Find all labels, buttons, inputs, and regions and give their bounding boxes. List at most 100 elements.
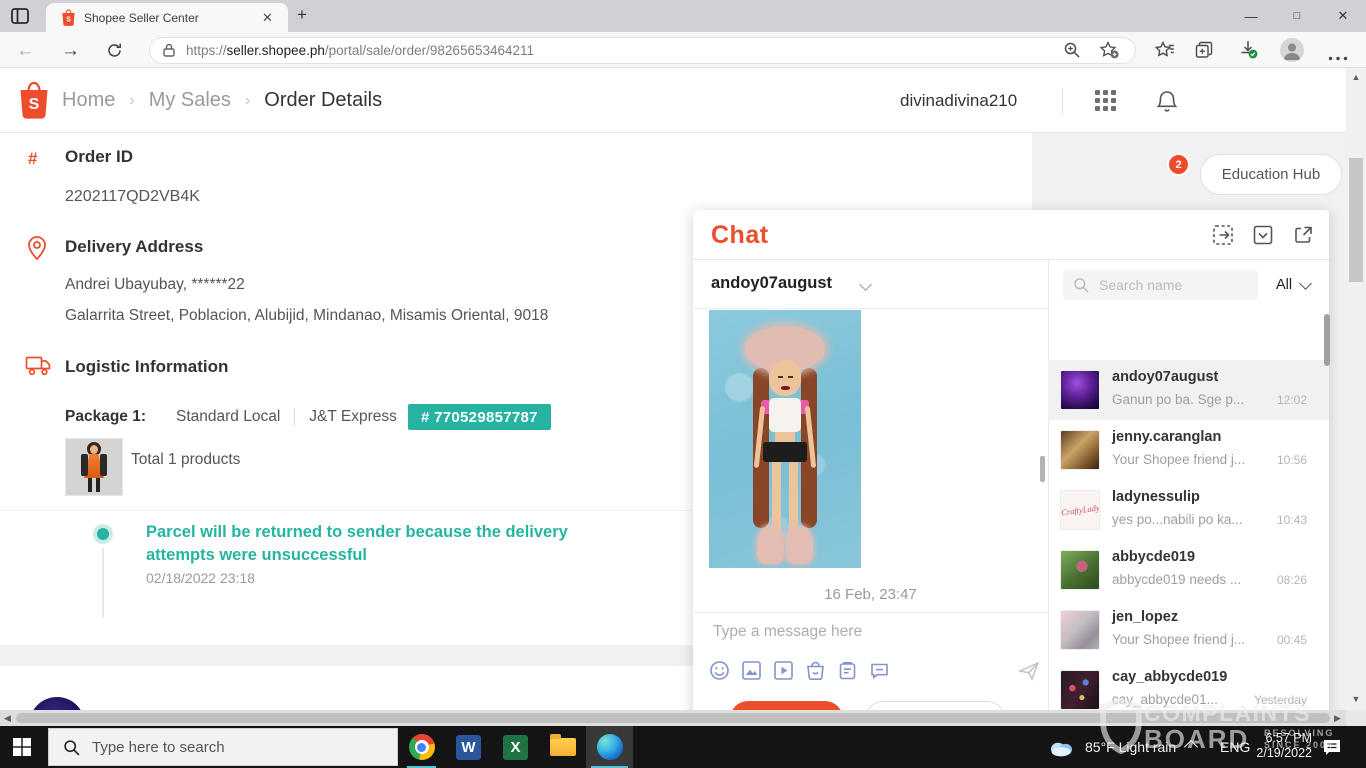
horizontal-scrollbar[interactable]: ◀ ▶ [0,710,1346,726]
apps-grid-icon[interactable] [1095,90,1116,111]
taskbar-search[interactable] [48,728,398,766]
shopee-logo-icon[interactable]: S [16,81,52,126]
filter-label[interactable]: All [1276,277,1292,293]
close-button[interactable]: ✕ [1320,0,1366,32]
delivery-truck-icon [25,354,52,382]
message-image[interactable] [709,310,861,568]
message-scrollbar[interactable] [1040,456,1045,482]
profile-icon[interactable] [1280,38,1304,62]
browser-tab[interactable]: S Shopee Seller Center ✕ [46,3,288,32]
word-icon[interactable]: W [445,726,492,768]
zoom-icon[interactable] [1063,41,1081,64]
inbox-check-icon[interactable] [1252,224,1274,251]
contact-search-input[interactable] [1097,276,1251,294]
add-favorite-icon[interactable] [1100,41,1119,64]
contact-filter[interactable]: All [1276,270,1310,300]
language-indicator[interactable]: ENG [1220,739,1250,755]
contact-name: abbycde019 [1112,549,1195,565]
vertical-scrollbar[interactable]: ▲ ▼ [1346,68,1366,710]
contact-time: 12:02 [1277,393,1307,407]
contact-time: Yesterday [1254,693,1307,707]
edge-icon[interactable] [586,726,633,768]
start-button[interactable] [13,738,31,761]
notification-bell-icon[interactable] [1156,89,1178,119]
scroll-up-icon[interactable]: ▲ [1346,72,1366,82]
username[interactable]: divinadivina210 [900,91,1017,111]
message-timestamp: 16 Feb, 23:47 [693,586,1048,603]
scroll-left-icon[interactable]: ◀ [4,713,11,724]
package-row: Package 1: Standard Local J&T Express [65,403,397,431]
contact-preview: cay_abbycde01... [1112,692,1264,707]
order-clipboard-icon[interactable] [837,660,858,681]
header-divider [1062,88,1063,114]
chrome-icon[interactable] [398,726,445,768]
send-icon[interactable] [1018,661,1040,686]
minimize-button[interactable]: — [1228,0,1274,32]
more-menu-icon[interactable] [1328,48,1348,66]
clock-date: 2/19/2022 [1256,746,1312,760]
conversation-name[interactable]: andoy07august [711,274,832,293]
scroll-right-icon[interactable]: ▶ [1334,713,1341,724]
chat-message-input[interactable] [711,622,1035,642]
horizontal-scrollbar-thumb[interactable] [16,713,1330,723]
tracking-number-badge[interactable]: # 770529857787 [408,404,551,430]
shipping-type: Standard Local [176,408,280,426]
collections-icon[interactable] [1195,41,1214,64]
contact-time: 10:43 [1277,513,1307,527]
expand-icon[interactable] [1292,224,1314,251]
conversation-header[interactable]: andoy07august [693,260,1048,309]
address-bar[interactable]: https://seller.shopee.ph/portal/sale/ord… [150,38,1135,63]
contact-row[interactable]: jen_lopez Your Shopee friend j... 00:45 [1048,600,1329,660]
maximize-button[interactable]: □ [1274,0,1320,32]
vertical-scrollbar-thumb[interactable] [1349,158,1363,282]
image-icon[interactable] [741,660,762,681]
clock[interactable]: 6:57 PM 2/19/2022 [1250,731,1312,761]
breadcrumb-home[interactable]: Home [62,89,115,112]
contact-row[interactable]: abbycde019 abbycde019 needs ... 08:26 [1048,540,1329,600]
file-explorer-icon[interactable] [539,726,586,768]
product-icon[interactable] [805,660,826,681]
action-center-icon[interactable] [1322,738,1342,762]
lock-icon[interactable] [162,39,176,63]
tab-close-icon[interactable]: ✕ [262,10,273,26]
excel-icon[interactable]: X [492,726,539,768]
emoji-icon[interactable] [709,660,730,681]
pop-out-icon[interactable] [1212,224,1234,251]
breadcrumb: Home › My Sales › Order Details [62,68,382,133]
package-label: Package 1: [65,408,146,426]
contact-row[interactable]: andoy07august Ganun po ba. Sge p... 12:0… [1048,360,1329,420]
weather-text[interactable]: 85°F Light rain [1085,739,1176,755]
contact-avatar [1060,610,1100,650]
forward-icon[interactable]: → [61,40,80,62]
svg-text:S: S [66,15,71,24]
contact-name: andoy07august [1112,369,1218,385]
refresh-icon[interactable] [106,42,123,64]
contact-time: 08:26 [1277,573,1307,587]
video-icon[interactable] [773,660,794,681]
breadcrumb-my-sales[interactable]: My Sales [149,89,231,112]
contact-preview: Ganun po ba. Sge p... [1112,392,1264,407]
tab-preview-icon[interactable] [10,6,30,31]
hidden-icons-chevron[interactable] [1184,740,1198,754]
contact-row[interactable]: jenny.caranglan Your Shopee friend j... … [1048,420,1329,480]
favorites-icon[interactable] [1155,41,1175,64]
faq-bubble-icon[interactable] [869,660,890,681]
contact-name: jenny.caranglan [1112,429,1221,445]
scroll-down-icon[interactable]: ▼ [1346,694,1366,704]
education-hub-button[interactable]: Education Hub [1200,154,1342,195]
weather-cloud-icon[interactable] [1048,739,1075,762]
back-icon[interactable]: ← [16,40,35,62]
taskbar-search-input[interactable] [90,738,364,757]
downloads-icon[interactable] [1238,39,1259,65]
contact-avatar [1060,670,1100,710]
new-tab-button[interactable]: + [297,5,307,25]
recipient: Andrei Ubayubay, ******22 [65,276,245,294]
browser-tab-bar: S Shopee Seller Center ✕ + — □ ✕ [0,0,1366,32]
contact-list-scrollbar[interactable] [1324,314,1330,366]
product-thumbnail[interactable] [65,438,123,496]
contact-row[interactable]: CraftyLady ladynessulip yes po...nabili … [1048,480,1329,540]
contact-avatar [1060,430,1100,470]
contact-search-box[interactable] [1063,270,1258,300]
chevron-down-icon[interactable] [859,278,872,291]
contact-preview: Your Shopee friend j... [1112,452,1264,467]
